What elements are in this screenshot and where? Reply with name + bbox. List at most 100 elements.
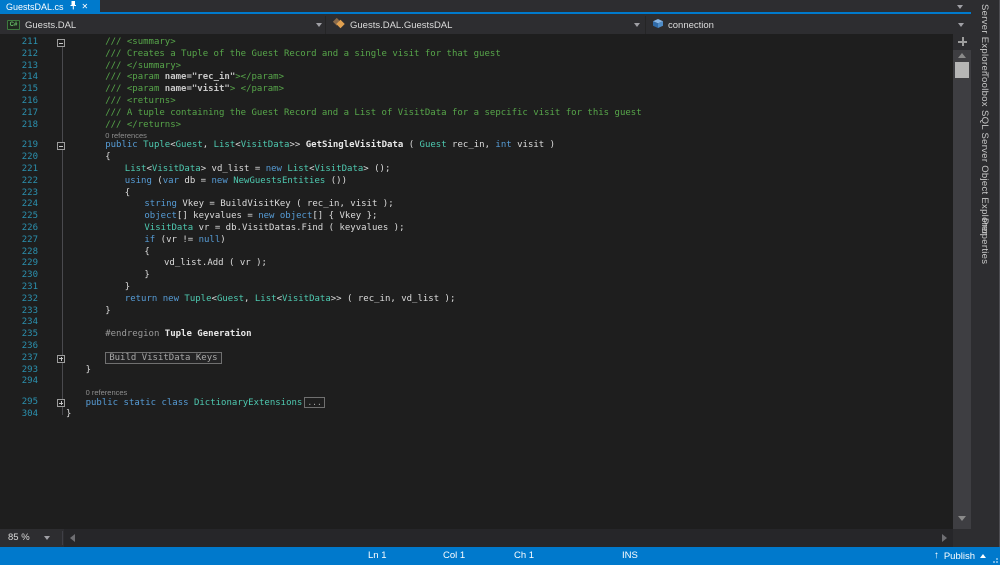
- collapsed-region-box[interactable]: Build VisitData Keys: [105, 352, 221, 364]
- code-row: 229vd_list.Add ( vr );: [0, 258, 953, 270]
- code-token: {: [105, 152, 110, 162]
- right-tool-window-strip: Server Explorer Toolbox SQL Server Objec…: [971, 0, 1000, 547]
- vertical-scrollbar-thumb[interactable]: [955, 62, 969, 78]
- fold-margin: [38, 329, 66, 341]
- code-row: 218/// </returns>: [0, 120, 953, 132]
- sidebar-tab-server-explorer[interactable]: Server Explorer: [979, 4, 990, 75]
- vertical-scrollbar[interactable]: [953, 34, 971, 529]
- code-row: 215/// <param name="visit"> </param>: [0, 84, 953, 96]
- code-token: /// <returns>: [105, 96, 175, 106]
- line-number: 225: [0, 211, 38, 223]
- fold-margin: [38, 140, 66, 152]
- code-token: DictionaryExtensions: [194, 398, 302, 408]
- code-token: NewGuestsEntities: [233, 176, 325, 186]
- fold-margin: [38, 223, 66, 235]
- code-text: public static class DictionaryExtensions…: [66, 397, 325, 409]
- pin-icon[interactable]: [69, 1, 77, 13]
- scroll-down-icon[interactable]: [958, 516, 966, 521]
- close-icon[interactable]: ✕: [82, 2, 89, 12]
- code-token: VisitData: [152, 164, 201, 174]
- code-row: 211/// <summary>: [0, 37, 953, 49]
- collapse-region-icon[interactable]: [57, 142, 65, 150]
- chevron-down-icon: [958, 23, 964, 27]
- document-list-dropdown-icon[interactable]: [957, 5, 963, 9]
- code-token: public static class: [86, 398, 194, 408]
- scroll-left-icon[interactable]: [70, 534, 75, 542]
- code-row: 217/// A tuple containing the Guest Reco…: [0, 108, 953, 120]
- status-insert-mode: INS: [622, 547, 638, 565]
- member-dropdown[interactable]: connection: [646, 16, 971, 34]
- fold-margin: [38, 409, 66, 421]
- sidebar-tab-properties[interactable]: Properties: [979, 218, 990, 264]
- fold-margin: [38, 152, 66, 164]
- code-text: }: [66, 365, 91, 377]
- fold-margin: [38, 120, 66, 132]
- chevron-down-icon: [44, 536, 50, 540]
- code-text: [66, 341, 105, 353]
- project-dropdown-label: Guests.DAL: [25, 20, 76, 31]
- expand-region-icon[interactable]: [57, 399, 65, 407]
- tab-guestsdal[interactable]: GuestsDAL.cs ✕: [0, 0, 100, 14]
- code-token: List: [287, 164, 309, 174]
- class-icon: [333, 18, 345, 32]
- collapsed-code-ellipsis[interactable]: ...: [304, 397, 324, 408]
- fold-margin: [38, 131, 66, 140]
- code-token: /// </summary>: [105, 61, 181, 71]
- code-text: /// </returns>: [66, 120, 181, 132]
- resize-grip[interactable]: [990, 555, 998, 563]
- code-token: ()): [325, 176, 347, 186]
- line-number: 227: [0, 235, 38, 247]
- line-number: 232: [0, 294, 38, 306]
- publish-button[interactable]: ↑ Publish: [934, 547, 986, 565]
- type-dropdown[interactable]: Guests.DAL.GuestsDAL: [326, 16, 646, 34]
- line-number: 219: [0, 140, 38, 152]
- line-number: 229: [0, 258, 38, 270]
- code-token: }: [125, 282, 130, 292]
- scroll-up-icon[interactable]: [958, 53, 966, 58]
- code-token: (: [152, 176, 163, 186]
- chevron-down-icon: [634, 23, 640, 27]
- status-line: Ln 1: [368, 547, 387, 565]
- zoom-level-dropdown[interactable]: 85 %: [0, 529, 62, 547]
- code-token: /// Creates a Tuple of the Guest Record …: [105, 49, 501, 59]
- code-text: VisitData vr = db.VisitDatas.Find ( keyv…: [66, 223, 405, 235]
- editor-split-handle[interactable]: [953, 34, 971, 50]
- code-text: }: [66, 270, 150, 282]
- code-token: }: [86, 365, 91, 375]
- collapse-region-icon[interactable]: [57, 39, 65, 47]
- code-text: [66, 376, 86, 388]
- sidebar-tab-toolbox[interactable]: Toolbox: [979, 72, 990, 107]
- code-row: 221List<VisitData> vd_list = new List<Vi…: [0, 164, 953, 176]
- code-token: VisitData: [315, 164, 364, 174]
- code-editor[interactable]: 211/// <summary>212/// Creates a Tuple o…: [0, 34, 953, 529]
- code-token: object: [144, 211, 177, 221]
- fold-margin: [38, 258, 66, 270]
- line-number: 214: [0, 72, 38, 84]
- editor-bottom-bar: 85 %: [0, 529, 971, 547]
- fold-margin: [38, 376, 66, 388]
- status-column: Col 1: [443, 547, 465, 565]
- vs-window: GuestsDAL.cs ✕ C# Guests.DAL Guests.DAL.…: [0, 0, 1000, 565]
- code-token: ></param>: [235, 72, 284, 82]
- sidebar-tab-sql-server-object-explorer[interactable]: SQL Server Object Explorer: [979, 110, 990, 235]
- line-number: 222: [0, 176, 38, 188]
- code-token: Tuple: [184, 294, 211, 304]
- expand-region-icon[interactable]: [57, 355, 65, 363]
- code-text: object[] keyvalues = new object[] { Vkey…: [66, 211, 377, 223]
- code-token: new: [163, 294, 179, 304]
- scroll-right-icon[interactable]: [942, 534, 947, 542]
- line-number: 295: [0, 397, 38, 409]
- code-text: {: [66, 152, 111, 164]
- project-dropdown[interactable]: C# Guests.DAL: [0, 16, 326, 34]
- code-row: 232return new Tuple<Guest, List<VisitDat…: [0, 294, 953, 306]
- fold-margin: [38, 397, 66, 409]
- code-row: 227if (vr != null): [0, 235, 953, 247]
- code-row: 295 public static class DictionaryExtensi…: [0, 397, 953, 409]
- horizontal-scrollbar[interactable]: [64, 529, 953, 547]
- code-row: 233}: [0, 306, 953, 318]
- code-row: 225 object[] keyvalues = new object[] { V…: [0, 211, 953, 223]
- code-token: public: [105, 140, 143, 150]
- code-token: VisitData: [144, 223, 193, 233]
- code-token: new: [266, 164, 282, 174]
- line-number: 293: [0, 365, 38, 377]
